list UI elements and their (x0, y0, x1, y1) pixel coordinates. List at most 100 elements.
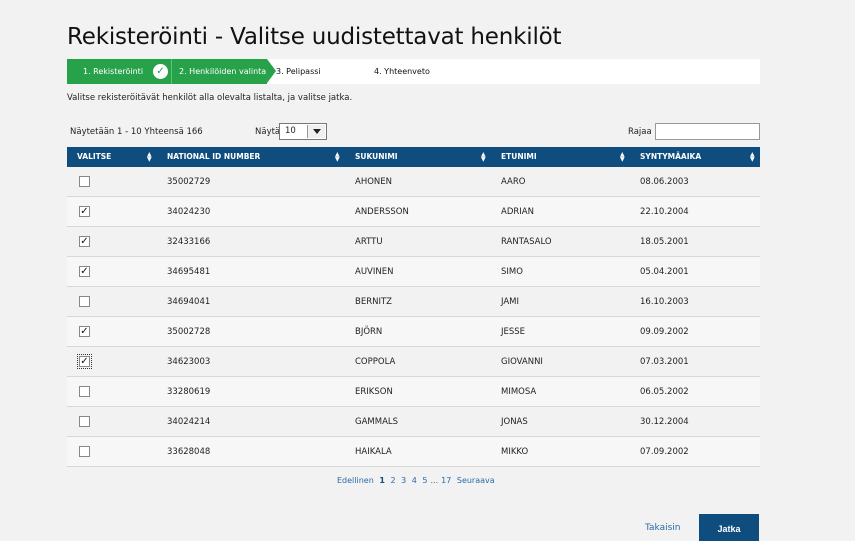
persons-table: VALITSE ▲ ▼ NATIONAL ID NUMBER ▲ ▼ SUKUNIMI ▲… (67, 147, 760, 467)
birthdate-cell: 22.10.2004 (640, 207, 689, 217)
national-id-cell: 33280619 (167, 387, 211, 397)
birthdate-cell: 18.05.2001 (640, 237, 689, 247)
first-name-cell: MIKKO (501, 447, 529, 457)
first-name-cell: JESSE (501, 327, 526, 337)
page-length-value: 10 (285, 126, 296, 136)
national-id-cell: 34024230 (167, 207, 211, 217)
select-cell: ✓ (67, 347, 157, 377)
birthdate-cell: 05.04.2001 (640, 267, 689, 277)
national-id-cell: 34695481 (167, 267, 211, 277)
table-row: 33280619 ERIKSON MIMOSA 06.05.2002 (67, 377, 760, 407)
select-cell: ✓ (67, 227, 157, 257)
pagination-ellipsis: ... (430, 476, 439, 485)
sort-icon: ▲ ▼ (147, 151, 152, 163)
select-cell: ✓ (67, 197, 157, 227)
first-name-cell: JAMI (501, 297, 520, 307)
row-checkbox[interactable] (79, 446, 90, 457)
column-header-label: NATIONAL ID NUMBER (167, 152, 261, 161)
row-checkbox[interactable]: ✓ (79, 236, 90, 247)
column-header-label: VALITSE (77, 152, 112, 161)
birthdate-cell: 07.03.2001 (640, 357, 689, 367)
first-name-cell: ADRIAN (501, 207, 534, 217)
birthdate-cell: 30.12.2004 (640, 417, 689, 427)
pagination-prev[interactable]: Edellinen (337, 476, 374, 485)
sort-icon: ▲ ▼ (750, 151, 755, 163)
column-header-national-id[interactable]: NATIONAL ID NUMBER ▲ ▼ (157, 147, 345, 167)
check-icon: ✓ (153, 64, 168, 79)
birthdate-cell: 07.09.2002 (640, 447, 689, 457)
birthdate-cell: 16.10.2003 (640, 297, 689, 307)
table-row: ✓ 35002728 BJÖRN JESSE 09.09.2002 (67, 317, 760, 347)
first-name-cell: JONAS (501, 417, 528, 427)
last-name-cell: ERIKSON (355, 387, 393, 397)
select-cell (67, 407, 157, 437)
national-id-cell: 34623003 (167, 357, 211, 367)
column-header-select[interactable]: VALITSE ▲ ▼ (67, 147, 157, 167)
back-link[interactable]: Takaisin (645, 523, 681, 533)
table-row: ✓ 34024230 ANDERSSON ADRIAN 22.10.2004 (67, 197, 760, 227)
table-row: 34694041 BERNITZ JAMI 16.10.2003 (67, 287, 760, 317)
step-3-label: 3. Pelipassi (276, 67, 321, 76)
sort-icon: ▲ ▼ (481, 151, 486, 163)
pagination-page-2[interactable]: 2 (390, 476, 395, 485)
step-4: 4. Yhteenveto (374, 59, 430, 84)
select-cell (67, 437, 157, 467)
row-checkbox[interactable] (79, 416, 90, 427)
continue-button[interactable]: Jatka (699, 514, 759, 541)
page-length-select[interactable]: 10 (279, 123, 327, 140)
table-header: VALITSE ▲ ▼ NATIONAL ID NUMBER ▲ ▼ SUKUNIMI ▲… (67, 147, 760, 167)
page-title: Rekisteröinti - Valitse uudistettavat he… (67, 24, 562, 50)
column-header-last-name[interactable]: SUKUNIMI ▲ ▼ (345, 147, 491, 167)
row-checkbox[interactable]: ✓ (77, 354, 92, 369)
row-checkbox[interactable]: ✓ (79, 326, 90, 337)
row-checkbox[interactable]: ✓ (79, 206, 90, 217)
column-header-label: SYNTYMÄAIKA (640, 152, 702, 161)
national-id-cell: 35002728 (167, 327, 211, 337)
pagination-page-last[interactable]: 17 (441, 476, 451, 485)
pagination-page-5[interactable]: 5 (422, 476, 427, 485)
national-id-cell: 33628048 (167, 447, 211, 457)
filter-label: Rajaa (628, 127, 652, 137)
select-cell (67, 377, 157, 407)
last-name-cell: AUVINEN (355, 267, 394, 277)
sort-icon: ▲ ▼ (620, 151, 625, 163)
pagination: Edellinen 1 2 3 4 5... 17 Seuraava (337, 476, 498, 485)
pagination-page-4[interactable]: 4 (412, 476, 417, 485)
first-name-cell: AARO (501, 177, 526, 187)
birthdate-cell: 09.09.2002 (640, 327, 689, 337)
pagination-page-1[interactable]: 1 (379, 476, 385, 485)
pagination-next[interactable]: Seuraava (457, 476, 495, 485)
chevron-down-icon[interactable] (307, 125, 325, 138)
row-checkbox[interactable] (79, 176, 90, 187)
last-name-cell: BJÖRN (355, 327, 383, 337)
national-id-cell: 34694041 (167, 297, 211, 307)
select-cell: ✓ (67, 257, 157, 287)
row-checkbox[interactable] (79, 296, 90, 307)
step-3: 3. Pelipassi (276, 59, 321, 84)
filter-input[interactable] (655, 123, 760, 140)
step-4-label: 4. Yhteenveto (374, 67, 430, 76)
page-length-label: Näytä (255, 127, 281, 137)
column-header-label: SUKUNIMI (355, 152, 398, 161)
first-name-cell: MIMOSA (501, 387, 537, 397)
select-cell (67, 287, 157, 317)
step-1-label: 1. Rekisteröinti (83, 67, 144, 76)
column-header-birthdate[interactable]: SYNTYMÄAIKA ▲ ▼ (630, 147, 760, 167)
birthdate-cell: 08.06.2003 (640, 177, 689, 187)
national-id-cell: 35002729 (167, 177, 211, 187)
last-name-cell: BERNITZ (355, 297, 392, 307)
table-row: 33628048 HAIKALA MIKKO 07.09.2002 (67, 437, 760, 467)
last-name-cell: ANDERSSON (355, 207, 409, 217)
pagination-page-3[interactable]: 3 (401, 476, 406, 485)
sort-icon: ▲ ▼ (335, 151, 340, 163)
row-checkbox[interactable]: ✓ (79, 266, 90, 277)
table-row: 35002729 AHONEN AARO 08.06.2003 (67, 167, 760, 197)
last-name-cell: AHONEN (355, 177, 392, 187)
table-row: ✓ 32433166 ARTTU RANTASALO 18.05.2001 (67, 227, 760, 257)
national-id-cell: 32433166 (167, 237, 211, 247)
table-row: ✓ 34695481 AUVINEN SIMO 05.04.2001 (67, 257, 760, 287)
table-body: 35002729 AHONEN AARO 08.06.2003 ✓ 34024230 AND… (67, 167, 760, 467)
column-header-first-name[interactable]: ETUNIMI ▲ ▼ (491, 147, 630, 167)
row-checkbox[interactable] (79, 386, 90, 397)
last-name-cell: COPPOLA (355, 357, 396, 367)
